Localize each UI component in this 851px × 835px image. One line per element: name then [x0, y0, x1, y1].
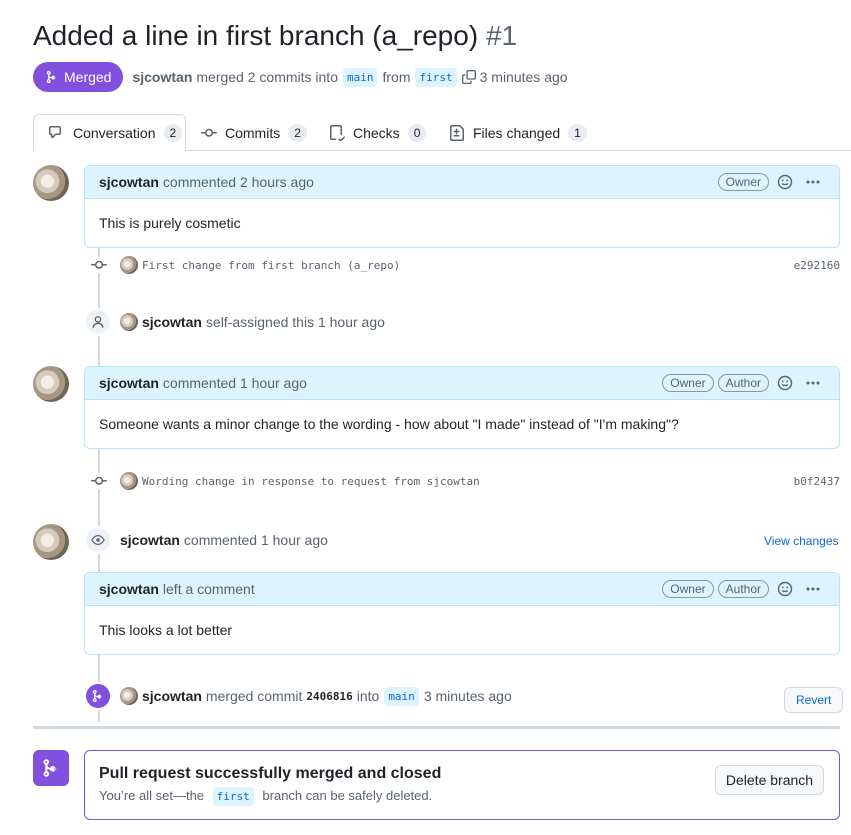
- tab-files-changed-label: Files changed: [473, 124, 561, 141]
- event-author[interactable]: sjcowtan: [142, 314, 202, 330]
- comment-author[interactable]: sjcowtan: [99, 581, 159, 597]
- smiley-icon[interactable]: [773, 581, 797, 597]
- state-label: Merged: [64, 69, 112, 85]
- event-action: self-assigned this 1 hour ago: [205, 314, 385, 330]
- avatar[interactable]: [120, 313, 138, 331]
- comment-body: This looks a lot better: [99, 622, 233, 638]
- merge-event: sjcowtan merged commit 2406816 into main…: [84, 681, 512, 711]
- merge-sub-before: You’re all set—the: [99, 788, 205, 803]
- comment-action: commented 1 hour ago: [162, 375, 307, 391]
- git-commit-icon: [90, 473, 108, 489]
- tab-conversation[interactable]: Conversation 2: [33, 114, 186, 152]
- author-badge: Author: [717, 580, 769, 598]
- smiley-icon[interactable]: [773, 174, 797, 190]
- avatar[interactable]: [33, 366, 69, 402]
- git-commit-icon: [201, 128, 217, 137]
- commit-message[interactable]: First change from first branch (a_repo): [142, 259, 400, 272]
- comment-author[interactable]: sjcowtan: [99, 174, 159, 190]
- merged-text: merged 2 commits into: [196, 69, 338, 85]
- comment-card: sjcowtan commented 1 hour ago Owner Auth…: [84, 366, 840, 449]
- head-branch[interactable]: first: [212, 787, 254, 806]
- base-branch[interactable]: main: [342, 67, 378, 87]
- revert-button[interactable]: Revert: [784, 687, 844, 713]
- kebab-horizontal-icon[interactable]: [801, 375, 825, 391]
- review-event: sjcowtan commented 1 hour ago: [84, 525, 328, 555]
- pr-title-text: Added a line in first branch (a_repo): [33, 20, 479, 51]
- merge-sub-after: branch can be safely deleted.: [262, 788, 433, 803]
- tab-commits[interactable]: Commits 2: [201, 114, 307, 151]
- pr-number: #1: [485, 20, 518, 51]
- copy-icon[interactable]: [461, 70, 476, 84]
- file-diff-icon: [450, 124, 464, 141]
- avatar[interactable]: [33, 524, 69, 560]
- event-author[interactable]: sjcowtan: [142, 688, 202, 704]
- smiley-icon[interactable]: [773, 375, 797, 391]
- comment-body: Someone wants a minor change to the word…: [99, 416, 679, 432]
- event-author[interactable]: sjcowtan: [120, 532, 180, 548]
- comment-header: sjcowtan commented 2 hours ago Owner: [85, 166, 839, 199]
- review-comment-card: sjcowtan left a comment Owner Author Thi…: [84, 572, 840, 655]
- tab-conversation-count: 2: [163, 124, 183, 142]
- tab-checks-count: 0: [407, 123, 427, 142]
- comment-card: sjcowtan commented 2 hours ago Owner Thi…: [84, 165, 840, 248]
- event-action: commented 1 hour ago: [183, 532, 328, 548]
- commit-message[interactable]: Wording change in response to request fr…: [142, 475, 480, 488]
- from-text: from: [382, 69, 411, 85]
- comment-action: commented 2 hours ago: [162, 174, 314, 190]
- avatar[interactable]: [33, 165, 69, 201]
- owner-badge: Owner: [662, 374, 714, 392]
- view-changes-link[interactable]: View changes: [764, 534, 839, 548]
- git-merge-icon: [46, 70, 56, 84]
- comment-discussion-icon: [49, 126, 61, 138]
- comment-action: left a comment: [162, 581, 255, 597]
- tab-commits-count: 2: [288, 123, 307, 142]
- pr-meta: Merged sjcowtan merged 2 commits into ma…: [33, 62, 568, 92]
- comment-author[interactable]: sjcowtan: [99, 375, 159, 391]
- author-badge: Author: [717, 374, 769, 392]
- kebab-horizontal-icon[interactable]: [801, 581, 825, 597]
- git-commit-icon: [90, 257, 108, 273]
- tab-checks[interactable]: Checks 0: [329, 114, 427, 151]
- timeline-divider: [33, 726, 840, 729]
- pr-author-link[interactable]: sjcowtan: [132, 69, 192, 85]
- person-icon: [84, 308, 112, 336]
- comment-body: This is purely cosmetic: [99, 215, 241, 231]
- delete-branch-button[interactable]: Delete branch: [715, 765, 824, 795]
- avatar[interactable]: [120, 687, 138, 705]
- state-badge: Merged: [33, 62, 124, 92]
- checklist-icon: [330, 124, 345, 141]
- commit-row: First change from first branch (a_repo) …: [90, 254, 840, 276]
- commit-sha[interactable]: b0f2437: [794, 475, 840, 488]
- merge-commit-sha[interactable]: 2406816: [306, 690, 352, 703]
- kebab-horizontal-icon[interactable]: [801, 174, 825, 190]
- owner-badge: Owner: [717, 173, 769, 191]
- tab-conversation-label: Conversation: [73, 125, 156, 141]
- merge-time: 3 minutes ago: [423, 688, 512, 704]
- commit-row: Wording change in response to request fr…: [90, 470, 840, 492]
- comment-header: sjcowtan left a comment Owner Author: [85, 573, 839, 606]
- tab-files-changed-count: 1: [568, 123, 587, 142]
- pr-tabs: Conversation 2 Commits 2 Checks 0 Files …: [33, 114, 851, 152]
- tab-checks-label: Checks: [353, 124, 400, 141]
- event-action: merged commit: [205, 688, 303, 704]
- head-branch[interactable]: first: [415, 67, 457, 87]
- merged-time: 3 minutes ago: [479, 69, 568, 85]
- owner-badge: Owner: [662, 580, 714, 598]
- avatar[interactable]: [120, 472, 138, 490]
- git-merge-icon: [84, 682, 112, 710]
- tab-files-changed[interactable]: Files changed 1: [449, 114, 587, 151]
- commit-sha[interactable]: e292160: [794, 259, 840, 272]
- assign-event: sjcowtan self-assigned this 1 hour ago: [84, 307, 385, 337]
- pr-title: Added a line in first branch (a_repo) #1: [33, 20, 517, 52]
- comment-header: sjcowtan commented 1 hour ago Owner Auth…: [85, 367, 839, 400]
- base-branch[interactable]: main: [384, 686, 419, 706]
- tab-commits-label: Commits: [225, 124, 281, 141]
- git-merge-icon: [33, 750, 69, 786]
- avatar[interactable]: [120, 256, 138, 274]
- into-text: into: [356, 688, 380, 704]
- eye-icon: [84, 526, 112, 554]
